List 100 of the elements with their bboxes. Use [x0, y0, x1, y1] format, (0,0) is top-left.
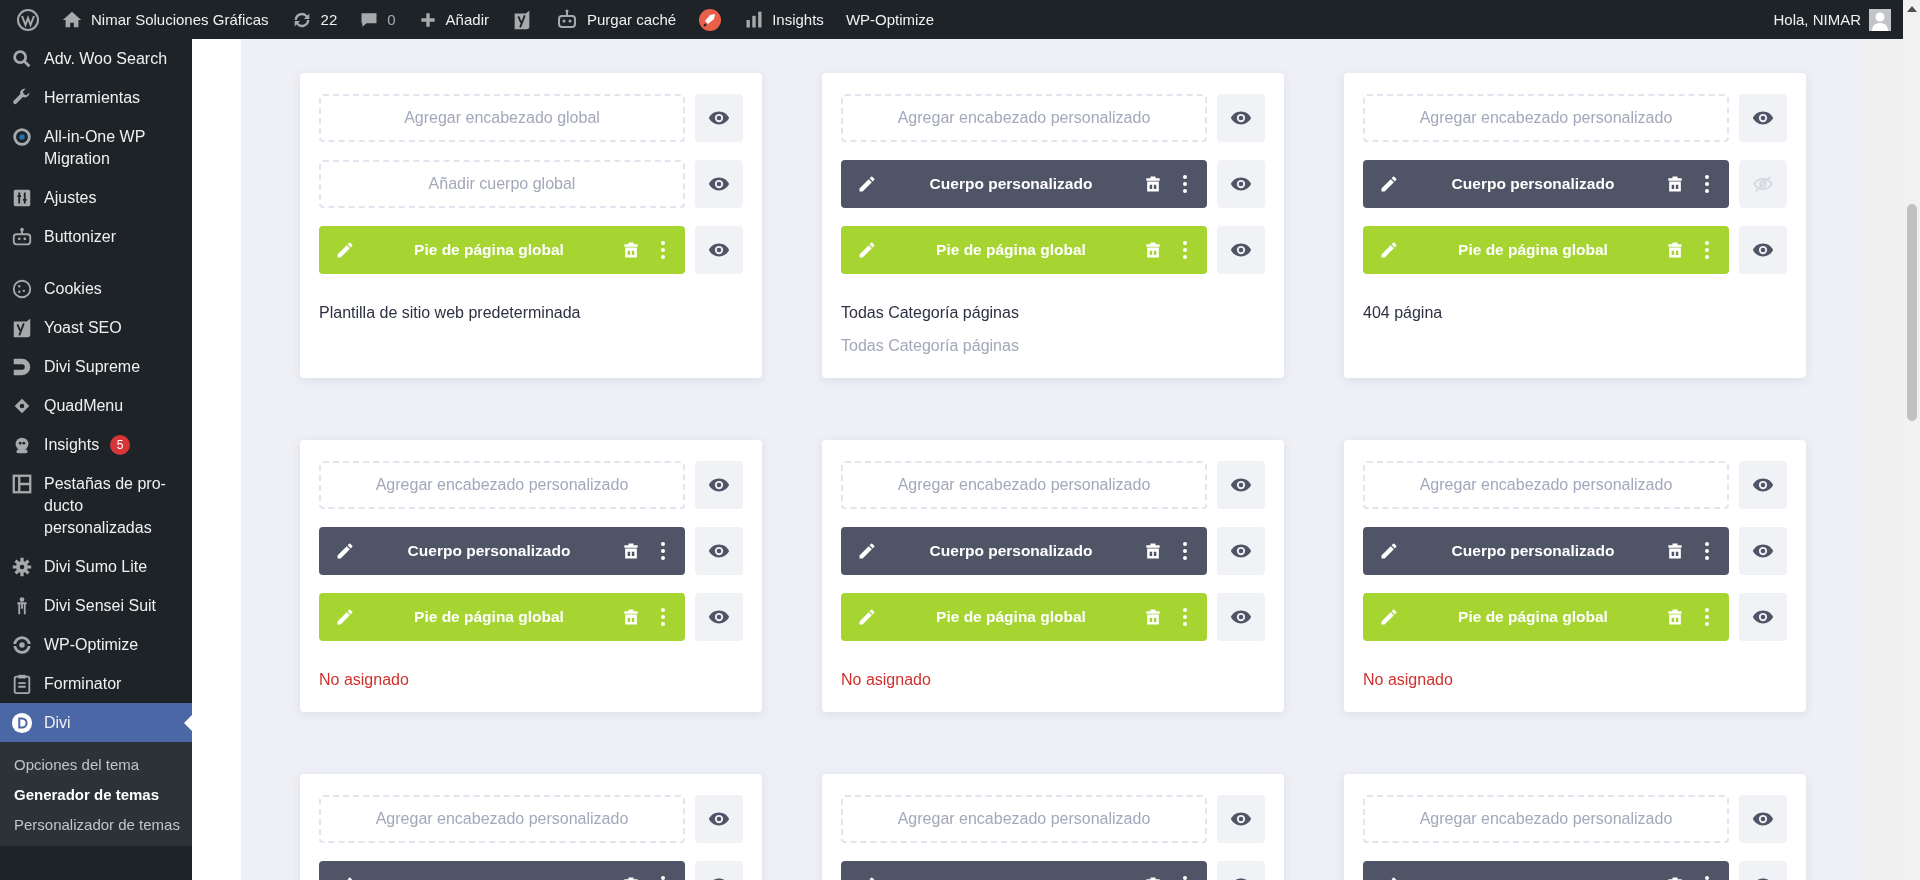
- menu-item[interactable]: QuadMenu: [0, 386, 192, 425]
- pencil-icon: [335, 240, 355, 260]
- visibility-button[interactable]: [1739, 461, 1787, 509]
- menu-label: Divi Sensei Suit: [44, 595, 157, 616]
- gear-icon: [11, 555, 33, 578]
- toolbar-link[interactable]: Purgar caché: [543, 0, 688, 39]
- trash-icon: [1665, 240, 1685, 260]
- menu-label: Herramientas: [44, 87, 141, 108]
- assignment-label: No asignado: [1363, 670, 1454, 690]
- template-name: Cuerpo personalizado: [1450, 175, 1616, 193]
- toolbar-link[interactable]: Insights: [733, 0, 835, 39]
- pencil-icon: [857, 541, 877, 561]
- menu-item[interactable]: Insights 5: [0, 425, 192, 464]
- scrollbar-thumb[interactable]: [1906, 204, 1917, 421]
- visibility-button[interactable]: [1739, 593, 1787, 641]
- menu-item[interactable]: All-in-One WP Migration: [0, 117, 192, 178]
- menu-item[interactable]: Pestañas de pro-ducto personalizadas: [0, 464, 192, 547]
- submenu-item[interactable]: Generador de temas: [0, 780, 192, 810]
- menu-label: Ajustes: [44, 187, 97, 208]
- pencil-icon: [1379, 240, 1399, 260]
- template-name: Cuerpo personalizado: [928, 175, 1094, 193]
- visibility-button[interactable]: [1217, 94, 1265, 142]
- logo-icon: [11, 711, 33, 734]
- menu-label: Divi Sumo Lite: [44, 556, 148, 577]
- more-icon: [1705, 608, 1709, 626]
- toolbar-link[interactable]: Añadir: [406, 0, 500, 39]
- menu-item[interactable]: Herramientas: [0, 78, 192, 117]
- template-name: Pie de página global: [1457, 241, 1609, 259]
- pencil-icon: [1379, 541, 1399, 561]
- trash-icon: [621, 607, 641, 627]
- scroll-up-arrow-icon: [1906, 6, 1917, 12]
- pencil-icon: [857, 607, 877, 627]
- toolbar-link[interactable]: Nimar Soluciones Gráficas: [50, 0, 280, 39]
- more-icon: [661, 608, 665, 626]
- menu-label: Divi: [44, 712, 71, 733]
- assignment-label: Plantilla de sitio web predeterminada: [319, 303, 582, 323]
- pencil-icon: [1379, 607, 1399, 627]
- menu-item[interactable]: Divi Sensei Suit: [0, 586, 192, 625]
- more-icon: [1183, 241, 1187, 259]
- template-name: Cuerpo personalizado: [406, 542, 572, 560]
- more-icon: [661, 241, 665, 259]
- visibility-button[interactable]: [1217, 527, 1265, 575]
- pencil-icon: [1379, 174, 1399, 194]
- visibility-button[interactable]: [1739, 94, 1787, 142]
- menu-item[interactable]: Adv. Woo Search: [0, 39, 192, 78]
- visibility-button[interactable]: [1217, 226, 1265, 274]
- visibility-button[interactable]: [1217, 461, 1265, 509]
- toolbar-link[interactable]: WP-Optimize: [834, 0, 946, 39]
- visibility-button[interactable]: [1217, 160, 1265, 208]
- submenu-item[interactable]: Personalizador de temas: [0, 810, 192, 840]
- menu-label: Cookies: [44, 278, 102, 299]
- visibility-button[interactable]: [695, 795, 743, 843]
- menu-item[interactable]: Buttonizer: [0, 217, 192, 256]
- visibility-button[interactable]: [1217, 593, 1265, 641]
- visibility-button[interactable]: [695, 226, 743, 274]
- menu-label: Pestañas de pro-ducto personalizadas: [44, 473, 167, 538]
- menu-label: Buttonizer: [44, 226, 117, 247]
- menu-item[interactable]: Cookies: [0, 269, 192, 308]
- more-icon: [1183, 542, 1187, 560]
- visibility-button[interactable]: [1739, 795, 1787, 843]
- visibility-button[interactable]: [1217, 795, 1265, 843]
- more-icon: [1183, 608, 1187, 626]
- pencil-icon: [335, 541, 355, 561]
- toolbar-link[interactable]: 22: [279, 0, 349, 39]
- visibility-button[interactable]: [695, 94, 743, 142]
- magnifier-icon: [11, 47, 33, 70]
- menu-item[interactable]: Divi Sumo Lite: [0, 547, 192, 586]
- menu-label: Yoast SEO: [44, 317, 122, 338]
- account-menu[interactable]: Hola, NIMAR: [1761, 0, 1903, 39]
- trash-icon: [1143, 607, 1163, 627]
- template-name: Cuerpo personalizado: [928, 542, 1094, 560]
- visibility-button[interactable]: [695, 461, 743, 509]
- menu-label: All-in-One WP Migration: [44, 126, 147, 169]
- menu-item[interactable]: WP-Optimize: [0, 625, 192, 664]
- menu-label: Divi Supreme: [44, 356, 141, 377]
- visibility-button[interactable]: [695, 160, 743, 208]
- pencil-icon: [857, 240, 877, 260]
- menu-item[interactable]: Forminator: [0, 664, 192, 703]
- visibility-button[interactable]: [1739, 226, 1787, 274]
- assignment-label: 404 página: [1363, 303, 1444, 323]
- visibility-button[interactable]: [1739, 527, 1787, 575]
- toolbar-link[interactable]: 0: [348, 0, 407, 39]
- menu-item[interactable]: Divi Supreme: [0, 347, 192, 386]
- menu-label: Forminator: [44, 673, 122, 694]
- template-name: Pie de página global: [1457, 608, 1609, 626]
- visibility-button[interactable]: [695, 593, 743, 641]
- menu-item[interactable]: Divi: [0, 703, 192, 742]
- trash-icon: [621, 541, 641, 561]
- menu-item[interactable]: Yoast SEO: [0, 308, 192, 347]
- trash-icon: [1665, 541, 1685, 561]
- more-icon: [1705, 241, 1709, 259]
- menu-label: Adv. Woo Search: [44, 48, 168, 69]
- template-name: Pie de página global: [935, 608, 1087, 626]
- template-name: Cuerpo personalizado: [1450, 542, 1616, 560]
- pencil-icon: [335, 607, 355, 627]
- submenu-item[interactable]: Opciones del tema: [0, 750, 192, 780]
- menu-item[interactable]: Ajustes: [0, 178, 192, 217]
- trash-icon: [1143, 174, 1163, 194]
- more-icon: [661, 542, 665, 560]
- visibility-button[interactable]: [695, 527, 743, 575]
